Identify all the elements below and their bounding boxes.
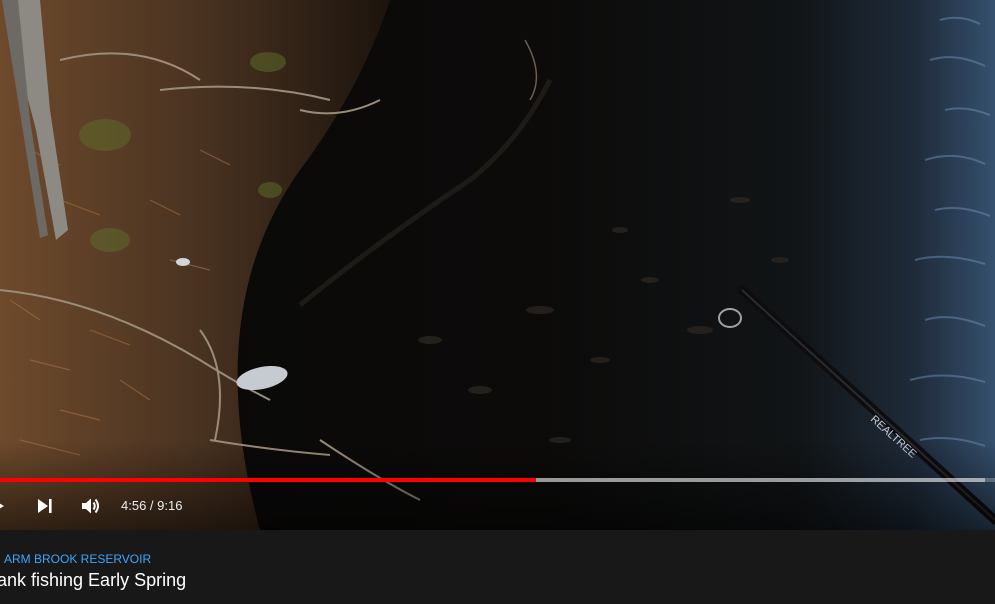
skip-next-icon <box>38 499 52 513</box>
time-display: 4:56 / 9:16 <box>121 498 183 513</box>
video-info: ARM BROOK RESERVOIR ank fishing Early Sp… <box>0 530 995 604</box>
next-button[interactable] <box>30 488 58 524</box>
play-icon <box>0 503 4 509</box>
video-player[interactable]: REALTREE 4:56 / 9:16 <box>0 0 995 530</box>
player-controls: 4:56 / 9:16 <box>0 488 995 524</box>
play-button[interactable] <box>0 488 12 524</box>
hashtag-link[interactable]: ARM BROOK RESERVOIR <box>4 552 151 566</box>
volume-button[interactable] <box>76 488 106 524</box>
volume-icon <box>82 498 99 514</box>
progress-bar[interactable] <box>0 478 995 482</box>
progress-played <box>0 478 537 482</box>
video-title: ank fishing Early Spring <box>0 570 187 590</box>
